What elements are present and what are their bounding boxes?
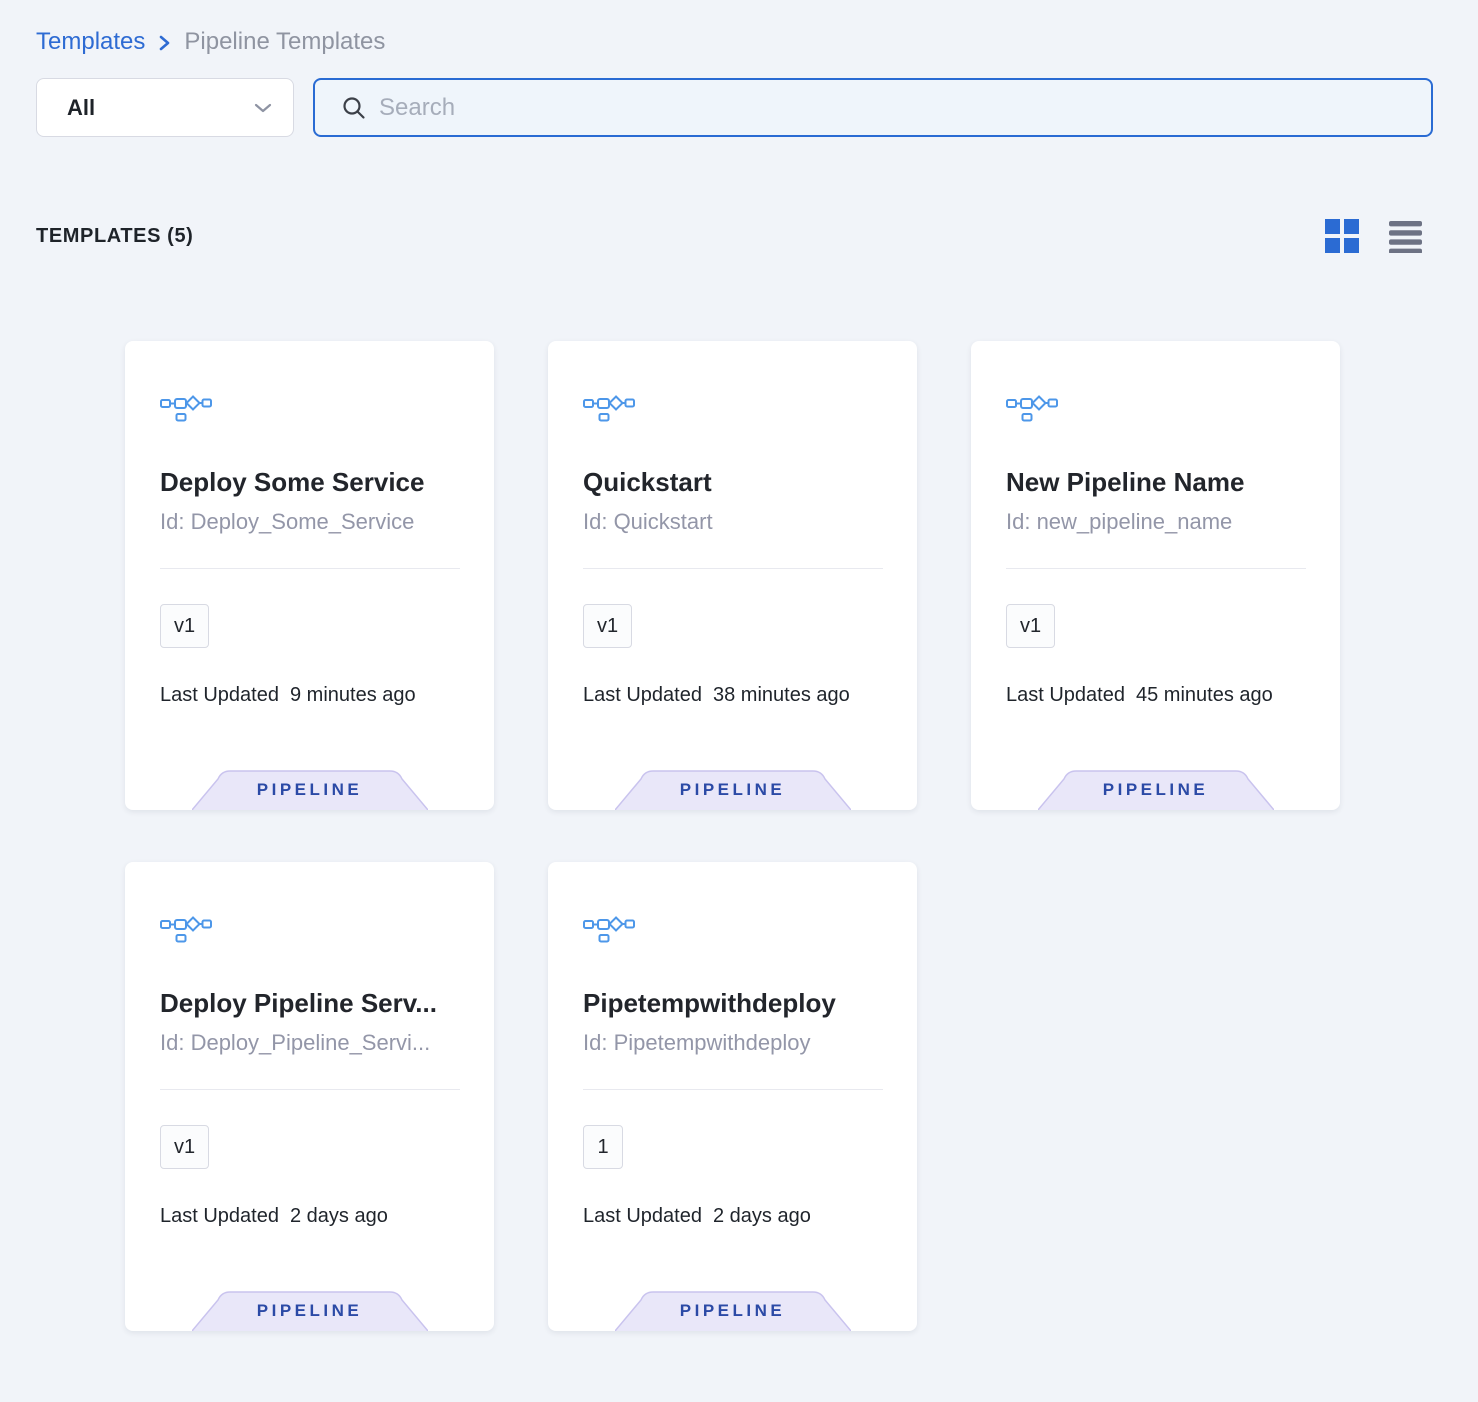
breadcrumb: Templates Pipeline Templates bbox=[0, 0, 1478, 56]
divider bbox=[1006, 568, 1306, 569]
last-updated: Last Updated 2 days ago bbox=[160, 1205, 460, 1228]
template-card[interactable]: Pipetempwithdeploy Id: Pipetempwithdeplo… bbox=[548, 862, 917, 1331]
scope-dropdown[interactable]: All bbox=[36, 78, 294, 137]
templates-grid: Deploy Some Service Id: Deploy_Some_Serv… bbox=[0, 341, 1478, 1331]
type-badge-label: PIPELINE bbox=[192, 780, 428, 800]
scope-dropdown-value: All bbox=[67, 95, 95, 121]
templates-count-heading: TEMPLATES (5) bbox=[36, 225, 193, 248]
template-title: New Pipeline Name bbox=[1006, 467, 1306, 497]
chevron-right-icon bbox=[157, 33, 172, 53]
version-badge: v1 bbox=[160, 1125, 209, 1169]
last-updated-label: Last Updated bbox=[160, 1205, 279, 1228]
type-badge-label: PIPELINE bbox=[1038, 780, 1274, 800]
pipeline-type-badge: PIPELINE bbox=[1038, 770, 1274, 810]
last-updated-value: 9 minutes ago bbox=[290, 684, 416, 707]
pipeline-diagram-icon bbox=[583, 393, 883, 423]
template-card[interactable]: Deploy Some Service Id: Deploy_Some_Serv… bbox=[125, 341, 494, 810]
list-view-icon[interactable] bbox=[1389, 219, 1422, 253]
pipeline-type-badge: PIPELINE bbox=[615, 1291, 851, 1331]
search-box bbox=[313, 78, 1433, 137]
template-title: Quickstart bbox=[583, 467, 883, 497]
template-id: Id: Pipetempwithdeploy bbox=[583, 1030, 883, 1056]
template-title: Pipetempwithdeploy bbox=[583, 988, 883, 1018]
template-title: Deploy Pipeline Serv... bbox=[160, 988, 460, 1018]
pipeline-type-badge: PIPELINE bbox=[192, 770, 428, 810]
controls-row: All bbox=[36, 78, 1442, 137]
template-id: Id: Quickstart bbox=[583, 509, 883, 535]
divider bbox=[583, 568, 883, 569]
version-badge: v1 bbox=[160, 604, 209, 648]
pipeline-type-badge: PIPELINE bbox=[615, 770, 851, 810]
template-id: Id: Deploy_Some_Service bbox=[160, 509, 460, 535]
divider bbox=[160, 568, 460, 569]
last-updated: Last Updated 38 minutes ago bbox=[583, 684, 883, 707]
type-badge-label: PIPELINE bbox=[615, 780, 851, 800]
search-input[interactable] bbox=[379, 94, 1413, 122]
last-updated-value: 45 minutes ago bbox=[1136, 684, 1273, 707]
last-updated: Last Updated 45 minutes ago bbox=[1006, 684, 1306, 707]
type-badge-label: PIPELINE bbox=[192, 1301, 428, 1321]
last-updated-label: Last Updated bbox=[1006, 684, 1125, 707]
pipeline-diagram-icon bbox=[160, 393, 460, 423]
last-updated-value: 38 minutes ago bbox=[713, 684, 850, 707]
divider bbox=[160, 1089, 460, 1090]
last-updated-value: 2 days ago bbox=[713, 1205, 811, 1228]
breadcrumb-templates-link[interactable]: Templates bbox=[36, 28, 145, 56]
search-icon bbox=[341, 95, 367, 121]
last-updated-label: Last Updated bbox=[583, 684, 702, 707]
template-id: Id: Deploy_Pipeline_Servi... bbox=[160, 1030, 460, 1056]
pipeline-templates-page: Templates Pipeline Templates All TEMPLAT… bbox=[0, 0, 1478, 1402]
last-updated: Last Updated 9 minutes ago bbox=[160, 684, 460, 707]
last-updated: Last Updated 2 days ago bbox=[583, 1205, 883, 1228]
version-badge: v1 bbox=[1006, 604, 1055, 648]
version-badge: v1 bbox=[583, 604, 632, 648]
pipeline-diagram-icon bbox=[1006, 393, 1306, 423]
last-updated-label: Last Updated bbox=[583, 1205, 702, 1228]
pipeline-diagram-icon bbox=[583, 914, 883, 944]
last-updated-label: Last Updated bbox=[160, 684, 279, 707]
grid-view-icon[interactable] bbox=[1325, 219, 1359, 253]
template-card[interactable]: Quickstart Id: Quickstart v1 Last Update… bbox=[548, 341, 917, 810]
section-row: TEMPLATES (5) bbox=[36, 219, 1422, 253]
pipeline-diagram-icon bbox=[160, 914, 460, 944]
template-card[interactable]: Deploy Pipeline Serv... Id: Deploy_Pipel… bbox=[125, 862, 494, 1331]
type-badge-label: PIPELINE bbox=[615, 1301, 851, 1321]
breadcrumb-current: Pipeline Templates bbox=[184, 28, 385, 56]
divider bbox=[583, 1089, 883, 1090]
pipeline-type-badge: PIPELINE bbox=[192, 1291, 428, 1331]
view-toggles bbox=[1325, 219, 1422, 253]
template-id: Id: new_pipeline_name bbox=[1006, 509, 1306, 535]
version-badge: 1 bbox=[583, 1125, 623, 1169]
template-card[interactable]: New Pipeline Name Id: new_pipeline_name … bbox=[971, 341, 1340, 810]
template-title: Deploy Some Service bbox=[160, 467, 460, 497]
chevron-down-icon bbox=[253, 102, 273, 114]
last-updated-value: 2 days ago bbox=[290, 1205, 388, 1228]
